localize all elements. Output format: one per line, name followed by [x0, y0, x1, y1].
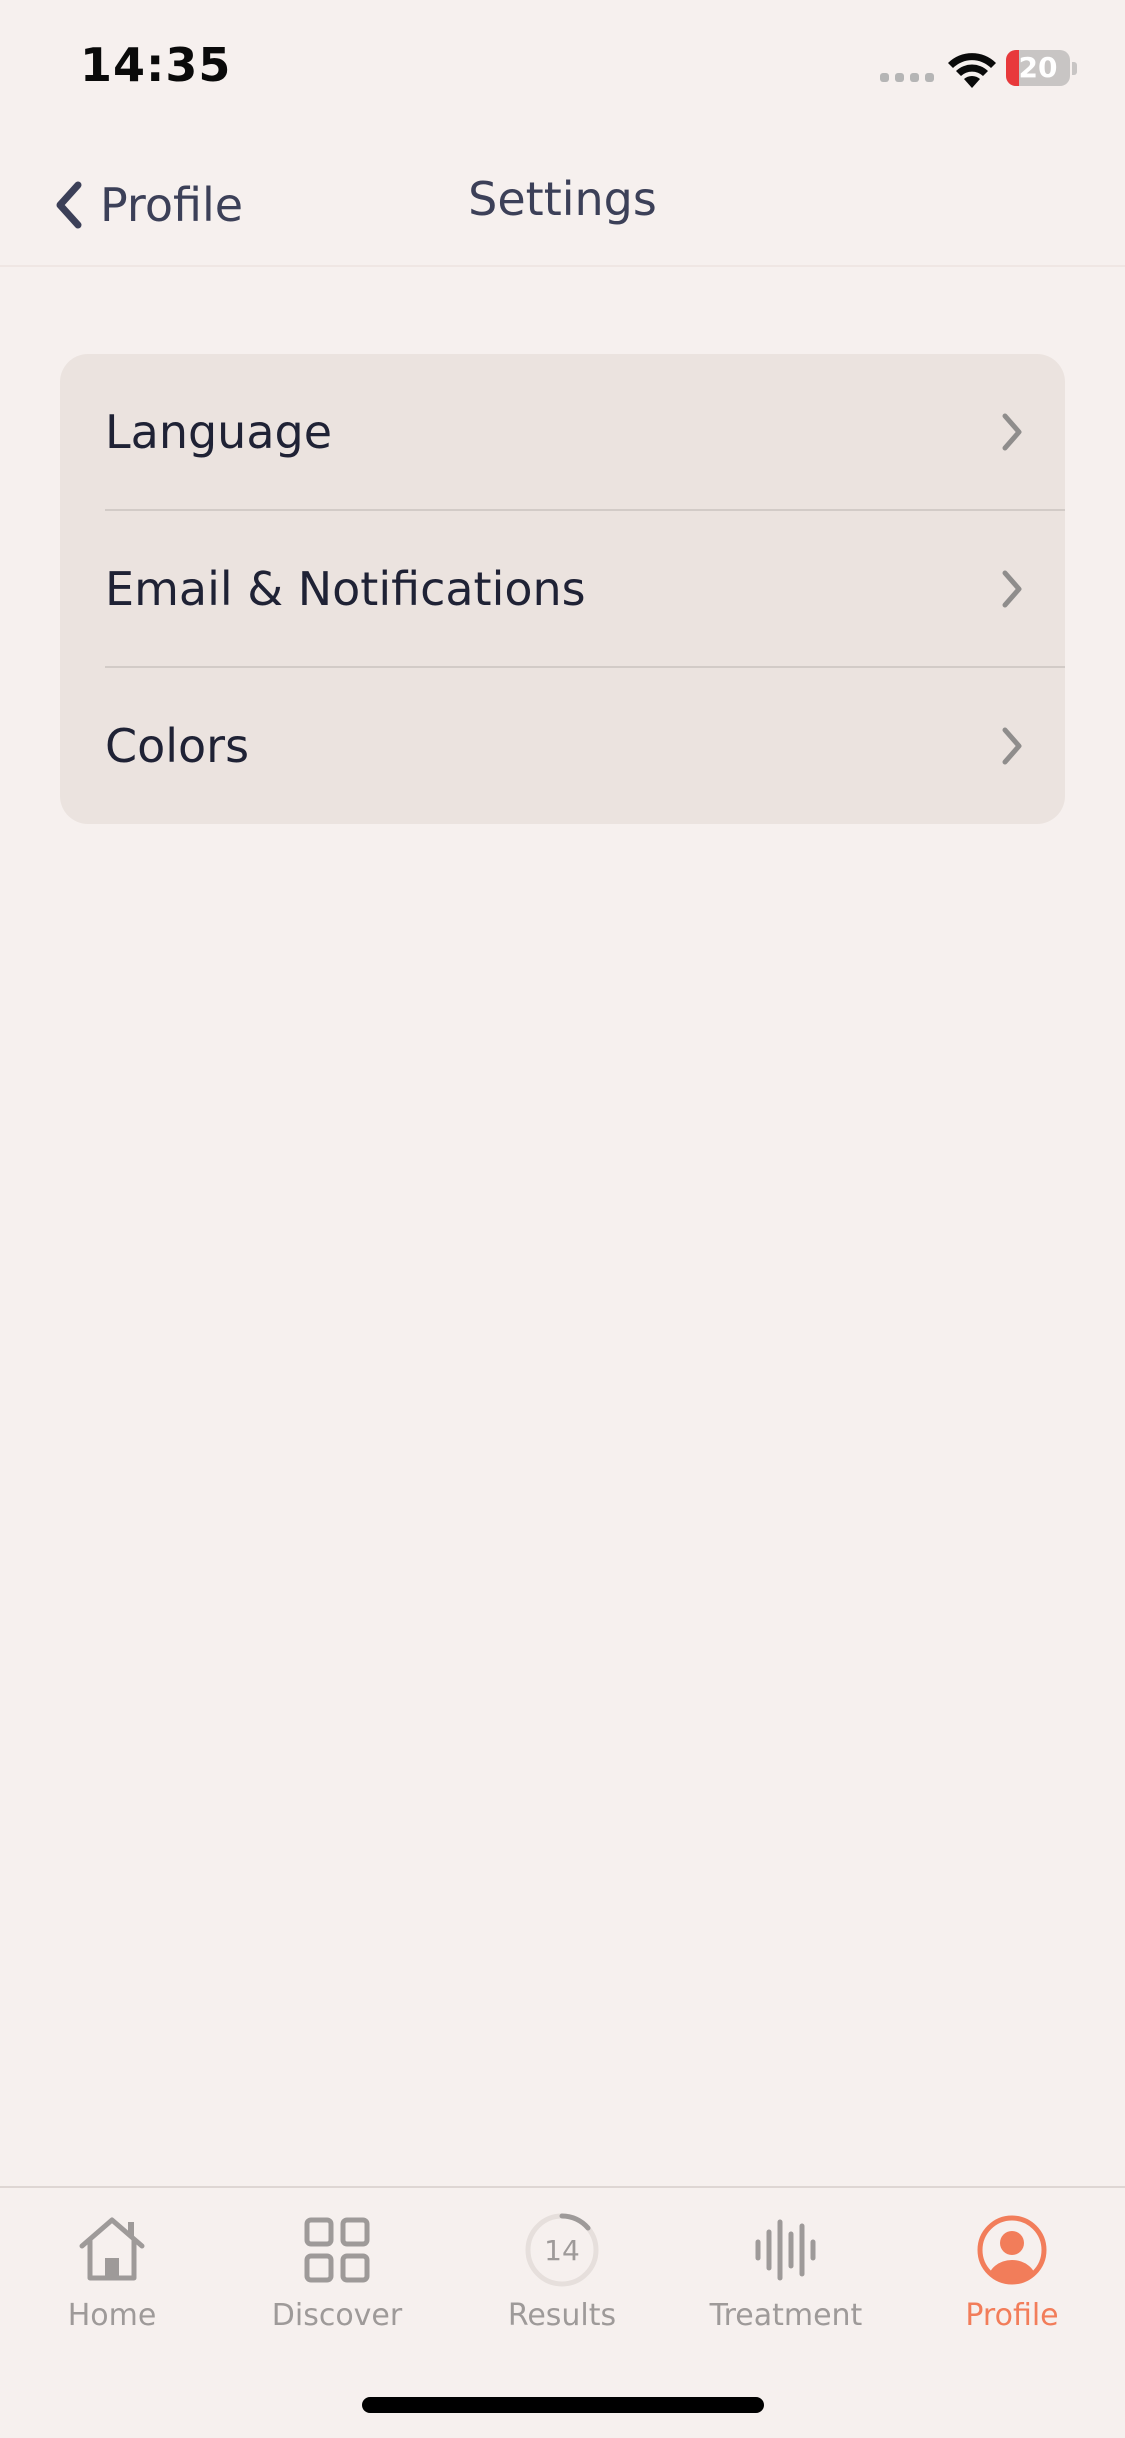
tab-label: Treatment	[709, 2298, 863, 2333]
cellular-signal-icon	[880, 73, 936, 85]
results-count: 14	[544, 2234, 580, 2267]
tab-results[interactable]: 14 Results	[482, 2210, 642, 2340]
settings-item-label: Email & Notifications	[105, 562, 586, 616]
tab-label: Discover	[271, 2298, 403, 2333]
tab-label: Profile	[965, 2298, 1059, 2333]
grid-icon	[304, 2217, 370, 2283]
navigation-bar: Profile Settings	[0, 130, 1125, 267]
tab-profile[interactable]: Profile	[932, 2210, 1092, 2340]
tab-label: Results	[507, 2298, 617, 2333]
settings-list: Language Email & Notifications Colors	[60, 354, 1065, 824]
tab-home[interactable]: Home	[32, 2210, 192, 2340]
settings-item-colors[interactable]: Colors	[60, 668, 1065, 824]
status-bar: 14:35 20	[0, 0, 1125, 130]
chevron-right-icon	[1002, 727, 1022, 765]
settings-item-label: Language	[105, 405, 333, 459]
tab-discover[interactable]: Discover	[257, 2210, 417, 2340]
chevron-right-icon	[1002, 413, 1022, 451]
battery-level: 20	[1018, 51, 1058, 84]
settings-item-label: Colors	[105, 719, 250, 773]
page-title: Settings	[468, 172, 657, 226]
tab-label: Home	[67, 2298, 157, 2333]
progress-ring-icon: 14	[525, 2213, 599, 2287]
settings-item-email-notifications[interactable]: Email & Notifications	[60, 511, 1065, 667]
tab-treatment[interactable]: Treatment	[706, 2210, 866, 2340]
person-circle-icon	[977, 2215, 1047, 2285]
home-indicator	[362, 2397, 764, 2413]
battery-icon: 20	[1006, 50, 1078, 88]
wifi-icon	[948, 53, 996, 88]
waveform-icon	[755, 2219, 816, 2281]
chevron-right-icon	[1002, 570, 1022, 608]
settings-item-language[interactable]: Language	[60, 354, 1065, 510]
house-icon	[79, 2217, 145, 2281]
status-time: 14:35	[80, 38, 232, 92]
